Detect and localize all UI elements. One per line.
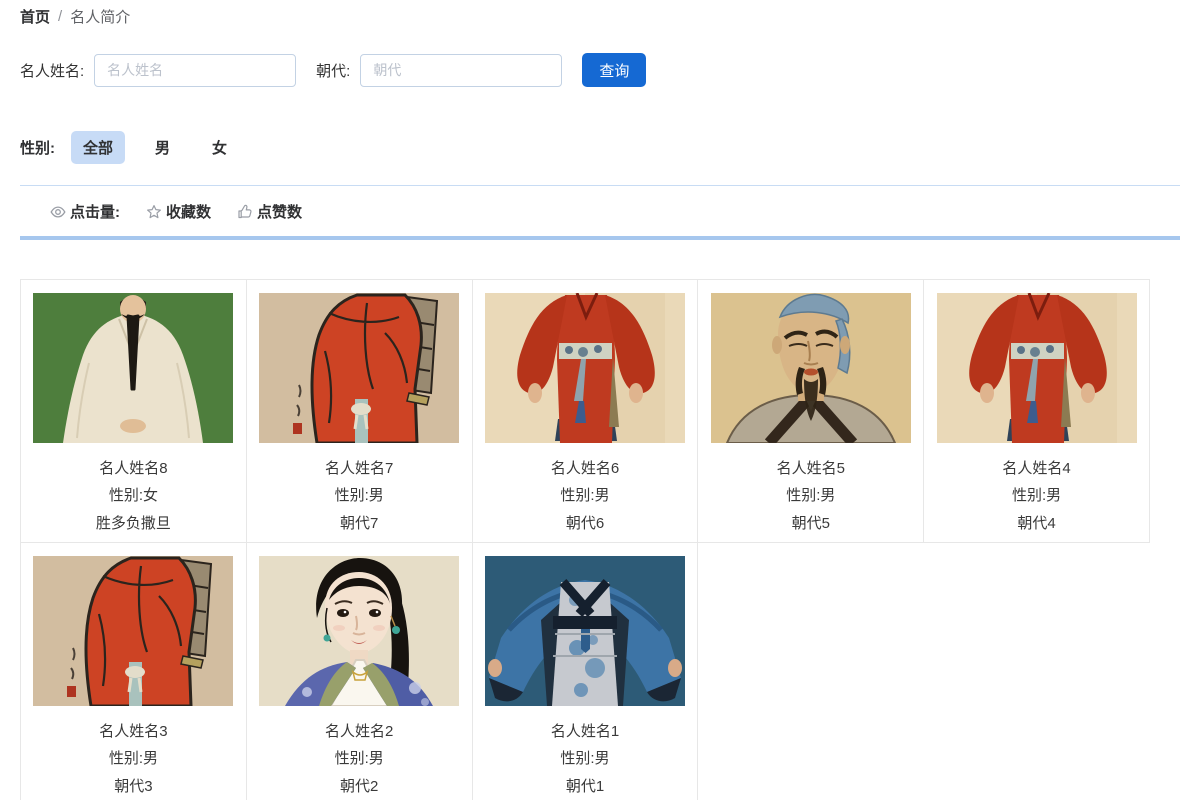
celebrity-card[interactable]: 名人姓名6 性别:男 朝代6 <box>472 279 699 543</box>
query-button[interactable]: 查询 <box>582 53 646 87</box>
celebrity-card[interactable]: 名人姓名1 性别:男 朝代1 <box>472 542 699 800</box>
sage-portrait <box>711 293 911 443</box>
celebrity-name: 名人姓名4 <box>924 456 1149 482</box>
red-hanfu-figure <box>937 293 1137 443</box>
celebrity-gender: 性别:男 <box>473 745 698 773</box>
celebrity-card-grid: 名人姓名8 性别:女 胜多负撒旦 名人姓名7 性别:男 朝代7 名人姓名6 性别… <box>20 280 1150 800</box>
celebrity-gender: 性别:男 <box>698 482 923 510</box>
celebrity-card[interactable]: 名人姓名4 性别:男 朝代4 <box>923 279 1150 543</box>
sort-item[interactable]: 点赞数 <box>237 201 302 222</box>
gender-filter-label: 性别: <box>20 137 55 158</box>
celebrity-dynasty: 朝代1 <box>473 773 698 800</box>
celebrity-card[interactable]: 名人姓名8 性别:女 胜多负撒旦 <box>20 279 247 543</box>
celebrity-dynasty: 胜多负撒旦 <box>21 510 246 538</box>
red-robe-ink-painting <box>259 293 459 443</box>
celebrity-gender: 性别:男 <box>473 482 698 510</box>
sort-item[interactable]: 点击量: <box>50 201 120 222</box>
dynasty-input[interactable] <box>360 54 562 87</box>
celebrity-name: 名人姓名8 <box>21 456 246 482</box>
celebrity-name: 名人姓名5 <box>698 456 923 482</box>
celebrity-gender: 性别:女 <box>21 482 246 510</box>
celebrity-gender: 性别:男 <box>924 482 1149 510</box>
gender-option-男[interactable]: 男 <box>143 131 182 164</box>
celebrity-card[interactable]: 名人姓名3 性别:男 朝代3 <box>20 542 247 800</box>
woman-portrait <box>259 556 459 706</box>
gender-option-全部[interactable]: 全部 <box>71 131 125 164</box>
celebrity-dynasty: 朝代3 <box>21 773 246 800</box>
celebrity-list-page: 首页 / 名人简介 名人姓名: 朝代: 查询 性别: 全部男女 点击量: 收藏数… <box>0 0 1200 800</box>
white-robe-green-portrait <box>33 293 233 443</box>
breadcrumb-current: 名人简介 <box>70 6 130 27</box>
gender-filter: 性别: 全部男女 <box>20 131 1180 164</box>
red-hanfu-figure <box>485 293 685 443</box>
celebrity-name-input[interactable] <box>94 54 296 87</box>
star-icon <box>146 204 162 220</box>
celebrity-name: 名人姓名1 <box>473 719 698 745</box>
celebrity-dynasty: 朝代5 <box>698 510 923 538</box>
celebrity-dynasty: 朝代4 <box>924 510 1149 538</box>
gender-option-女[interactable]: 女 <box>200 131 239 164</box>
breadcrumb-home-link[interactable]: 首页 <box>20 6 50 27</box>
celebrity-gender: 性别:男 <box>247 482 472 510</box>
celebrity-gender: 性别:男 <box>21 745 246 773</box>
red-robe-ink-painting <box>33 556 233 706</box>
name-field-label: 名人姓名: <box>20 60 84 81</box>
celebrity-gender: 性别:男 <box>247 745 472 773</box>
search-form: 名人姓名: 朝代: 查询 <box>20 53 1180 87</box>
breadcrumb: 首页 / 名人简介 <box>20 4 1180 27</box>
blue-hanfu-robe <box>485 556 685 706</box>
divider-bottom <box>20 236 1180 240</box>
sort-bar: 点击量: 收藏数 点赞数 <box>20 186 1180 236</box>
celebrity-dynasty: 朝代6 <box>473 510 698 538</box>
celebrity-card[interactable]: 名人姓名5 性别:男 朝代5 <box>697 279 924 543</box>
eye-icon <box>50 204 66 220</box>
celebrity-card[interactable]: 名人姓名7 性别:男 朝代7 <box>246 279 473 543</box>
breadcrumb-separator: / <box>58 8 62 25</box>
gender-options: 全部男女 <box>71 131 257 164</box>
celebrity-card[interactable]: 名人姓名2 性别:男 朝代2 <box>246 542 473 800</box>
thumb-up-icon <box>237 204 253 220</box>
celebrity-dynasty: 朝代2 <box>247 773 472 800</box>
sort-item[interactable]: 收藏数 <box>146 201 211 222</box>
celebrity-name: 名人姓名2 <box>247 719 472 745</box>
celebrity-dynasty: 朝代7 <box>247 510 472 538</box>
celebrity-name: 名人姓名7 <box>247 456 472 482</box>
celebrity-name: 名人姓名6 <box>473 456 698 482</box>
celebrity-name: 名人姓名3 <box>21 719 246 745</box>
dynasty-field-label: 朝代: <box>316 60 350 81</box>
